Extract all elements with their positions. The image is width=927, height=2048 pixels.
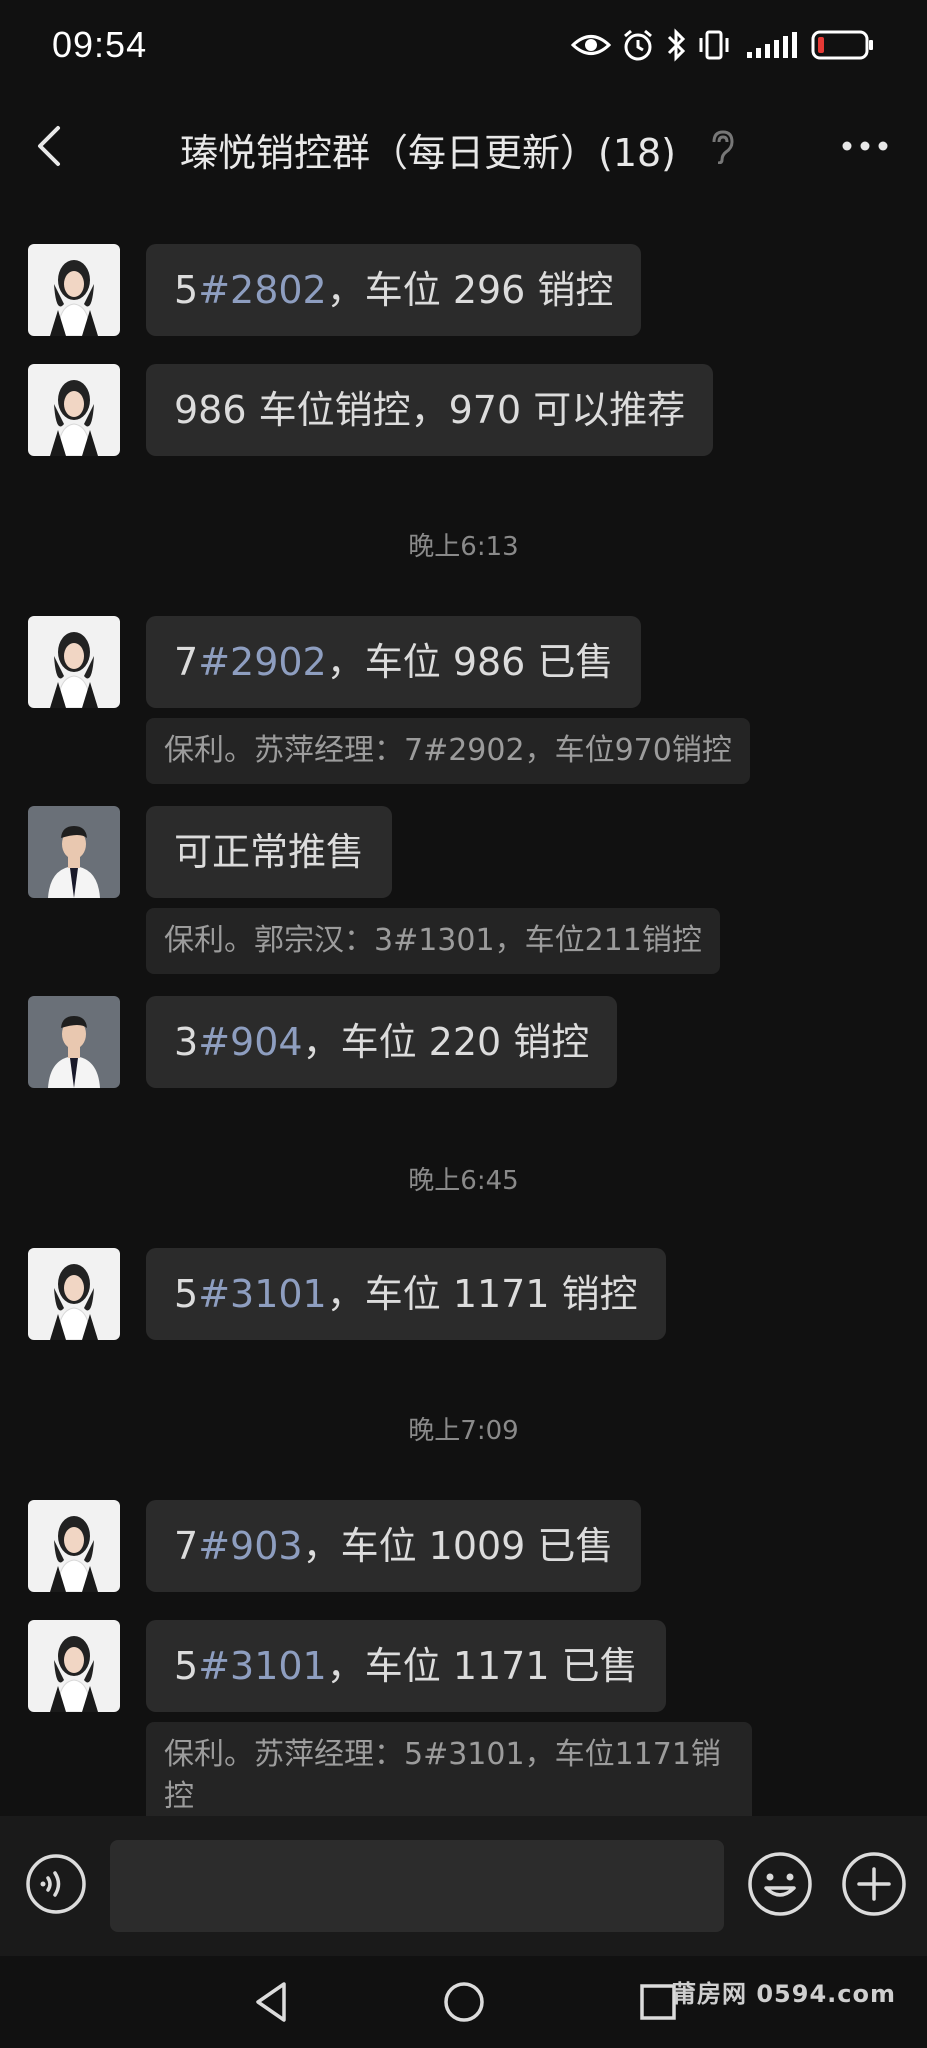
plus-icon[interactable] (840, 1850, 908, 1918)
avatar-female[interactable] (28, 1248, 120, 1340)
bluetooth-icon (667, 28, 686, 62)
quoted-message[interactable]: 保利。苏萍经理：5#3101，车位1171销控 (146, 1722, 752, 1816)
vibrate-icon (699, 30, 729, 60)
message-bubble[interactable]: 7#903，车位 1009 已售 (146, 1500, 642, 1592)
nav-back-icon[interactable] (250, 1978, 294, 2026)
message-bubble[interactable]: 986 车位销控，970 可以推荐 (146, 364, 714, 456)
battery-icon (811, 30, 873, 60)
quoted-message[interactable]: 保利。郭宗汉：3#1301，车位211销控 (146, 908, 720, 974)
message-bubble[interactable]: 3#904，车位 220 销控 (146, 996, 618, 1088)
chat-messages[interactable]: 5#2802，车位 296 销控 986 车位销控，970 可以推荐 晚上6:1… (0, 196, 927, 1816)
message-row: 可正常推售 (28, 806, 393, 898)
message-row: 7#903，车位 1009 已售 (28, 1500, 642, 1592)
message-bubble[interactable]: 5#3101，车位 1171 已售 (146, 1620, 666, 1712)
status-bar: 09:54 (0, 0, 927, 96)
avatar-female[interactable] (28, 1620, 120, 1712)
avatar-female[interactable] (28, 616, 120, 708)
input-bar (0, 1816, 927, 1956)
nav-bar: 莆房网 0594.com (0, 1956, 927, 2048)
status-icons (571, 28, 875, 62)
message-row: 7#2902，车位 986 已售 (28, 616, 642, 708)
voice-icon[interactable] (24, 1852, 88, 1916)
signal-icon (747, 32, 797, 58)
avatar-female[interactable] (28, 364, 120, 456)
message-row: 5#2802，车位 296 销控 (28, 244, 642, 336)
message-row: 5#3101，车位 1171 已售 (28, 1620, 666, 1712)
message-bubble[interactable]: 5#2802，车位 296 销控 (146, 244, 642, 336)
message-bubble[interactable]: 7#2902，车位 986 已售 (146, 616, 642, 708)
back-arrow-icon[interactable] (30, 122, 74, 170)
nav-home-icon[interactable] (442, 1978, 486, 2026)
eye-icon (571, 35, 611, 55)
time-divider: 晚上6:13 (408, 532, 519, 562)
more-dots-icon[interactable] (837, 126, 893, 166)
avatar-female[interactable] (28, 1500, 120, 1592)
alarm-icon (624, 29, 652, 61)
title-bar: 瑧悦销控群（每日更新）(18) (0, 96, 927, 196)
time-divider: 晚上6:45 (408, 1166, 519, 1196)
message-bubble[interactable]: 5#3101，车位 1171 销控 (146, 1248, 666, 1340)
status-time: 09:54 (52, 24, 148, 65)
message-row: 5#3101，车位 1171 销控 (28, 1248, 666, 1340)
emoji-icon[interactable] (746, 1850, 814, 1918)
quoted-message[interactable]: 保利。苏萍经理：7#2902，车位970销控 (146, 718, 750, 784)
avatar-male[interactable] (28, 806, 120, 898)
time-divider: 晚上7:09 (408, 1416, 519, 1446)
avatar-female[interactable] (28, 244, 120, 336)
message-row: 3#904，车位 220 销控 (28, 996, 618, 1088)
message-row: 986 车位销控，970 可以推荐 (28, 364, 714, 456)
ear-icon (712, 130, 734, 164)
message-input[interactable] (110, 1840, 724, 1932)
chat-title: 瑧悦销控群（每日更新）(18) (180, 131, 677, 175)
watermark: 莆房网 0594.com (672, 1980, 896, 2008)
avatar-male[interactable] (28, 996, 120, 1088)
message-bubble[interactable]: 可正常推售 (146, 806, 393, 898)
